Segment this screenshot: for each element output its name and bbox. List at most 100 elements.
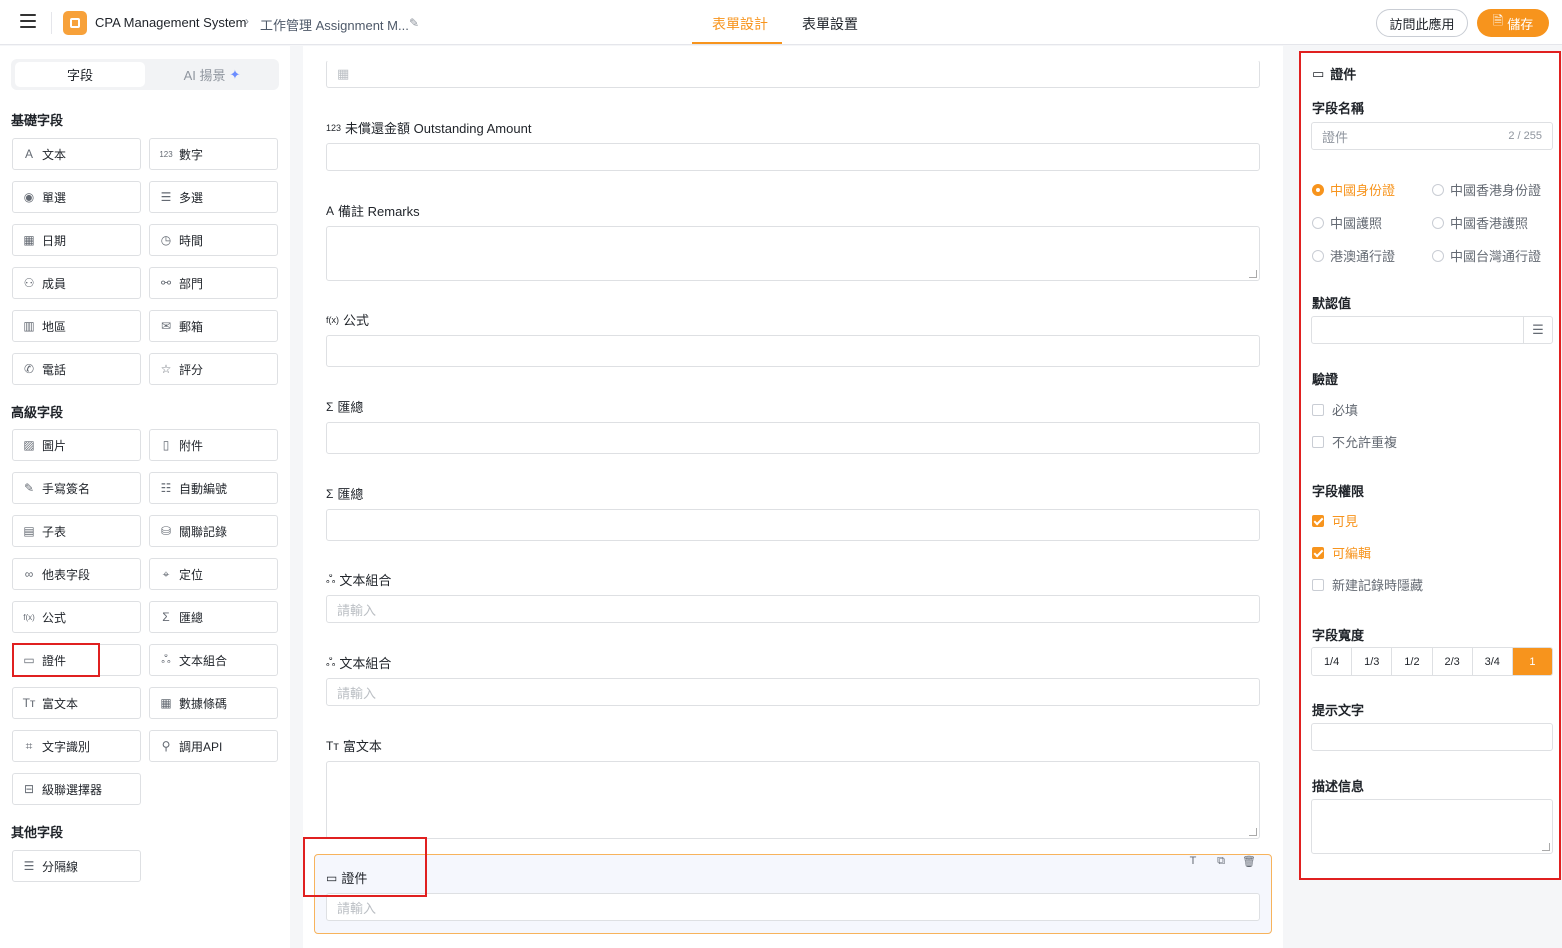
palette-field-api[interactable]: ⚲ 調用API (149, 730, 278, 762)
validation-label: 驗證 (1312, 372, 1339, 387)
rich-text-icon: Tт (22, 696, 36, 710)
palette-field-label: 自動編號 (179, 481, 228, 496)
palette-field-formula[interactable]: f(x) 公式 (12, 601, 141, 633)
mail-icon: ✉ (160, 319, 172, 333)
default-value-input[interactable]: ☰ (1311, 316, 1553, 344)
visit-app-button[interactable]: 訪問此應用 (1376, 9, 1468, 37)
formula-edit-icon[interactable]: ☰ (1523, 317, 1552, 343)
top-bar: CPA Management System › 工作管理 Assignment … (0, 0, 1562, 45)
palette-field-database[interactable]: ⛁ 關聯記錄 (149, 515, 278, 547)
checkbox-option[interactable]: 必填 (1312, 400, 1358, 419)
form-field-label: Σ 匯總 (326, 484, 363, 503)
save-button[interactable]: 🗎 儲存 (1477, 9, 1549, 37)
radio-circle-icon (1312, 249, 1324, 262)
form-field-textarea[interactable] (326, 226, 1260, 281)
palette-field-mail[interactable]: ✉ 郵箱 (149, 310, 278, 342)
palette-field-pen[interactable]: ✎ 手寫簽名 (12, 472, 141, 504)
cascade-icon: ⊟ (23, 782, 35, 796)
palette-field-star[interactable]: ☆ 評分 (149, 353, 278, 385)
title-icon[interactable]: T (1183, 852, 1203, 870)
description-textarea[interactable] (1311, 799, 1553, 854)
width-option[interactable]: 1/4 (1312, 648, 1353, 675)
width-option[interactable]: 1/3 (1352, 648, 1393, 675)
width-option[interactable]: 2/3 (1432, 648, 1473, 675)
tab-ai-scenes[interactable]: AI 揚景 ✦ (147, 62, 277, 87)
form-field-label-text: 公式 (343, 313, 370, 328)
resize-handle[interactable] (1249, 828, 1257, 836)
palette-field-scan[interactable]: ⌗ 文字識別 (12, 730, 141, 762)
palette-field-text[interactable]: A 文本 (12, 138, 141, 170)
palette-field-phone[interactable]: ✆ 電話 (12, 353, 141, 385)
field-name-input[interactable]: 證件 2 / 255 (1311, 122, 1553, 150)
palette-field-sigma[interactable]: Σ 匯總 (149, 601, 278, 633)
palette-field-radio[interactable]: ◉ 單選 (12, 181, 141, 213)
width-option[interactable]: 1/2 (1392, 648, 1433, 675)
palette-field-image[interactable]: ▨ 圖片 (12, 429, 141, 461)
resize-handle[interactable] (1249, 270, 1257, 278)
palette-switch: 字段 AI 揚景 ✦ (11, 59, 279, 90)
form-field-input[interactable]: 請輸入 (326, 678, 1260, 706)
props-title-text: 證件 (1330, 67, 1357, 82)
id-type-radio[interactable]: 中國香港身份證 (1432, 180, 1541, 199)
resize-handle[interactable] (1542, 843, 1550, 851)
checkbox-label: 新建記錄時隱藏 (1332, 578, 1424, 593)
palette-field-link[interactable]: ∞ 他表字段 (12, 558, 141, 590)
form-field-input[interactable] (326, 509, 1260, 541)
duplicate-icon[interactable]: ⧉ (1211, 852, 1231, 870)
scan-icon: ⌗ (25, 738, 33, 753)
checkbox-option[interactable]: 可見 (1312, 511, 1358, 530)
palette-field-rich-text[interactable]: Tт 富文本 (12, 687, 141, 719)
hint-text-label: 提示文字 (1312, 703, 1365, 718)
form-field-input[interactable] (326, 422, 1260, 454)
palette-field-qrcode[interactable]: ▦ 數據條碼 (149, 687, 278, 719)
palette-field-number[interactable]: 123 數字 (149, 138, 278, 170)
form-field-textarea[interactable] (326, 761, 1260, 839)
width-option[interactable]: 3/4 (1472, 648, 1513, 675)
form-field-input[interactable]: 請輸入 (326, 595, 1260, 623)
palette-field-cascade[interactable]: ⊟ 級聯選擇器 (12, 773, 141, 805)
palette-field-divider[interactable]: ☰ 分隔線 (12, 850, 141, 882)
palette-field-file[interactable]: ▯ 附件 (149, 429, 278, 461)
date-input[interactable]: ▦ (326, 60, 1260, 88)
checkbox-option[interactable]: 新建記錄時隱藏 (1312, 575, 1423, 594)
field-type-icon: ஃ (326, 654, 336, 669)
palette-field-calendar[interactable]: ▦ 日期 (12, 224, 141, 256)
form-field-label: Σ 匯總 (326, 397, 363, 416)
pen-icon: ✎ (23, 481, 35, 495)
delete-icon[interactable]: 🗑 (1239, 852, 1259, 870)
id-type-radio[interactable]: 中國香港護照 (1432, 213, 1528, 232)
palette-field-numbered-list[interactable]: ☷ 自動編號 (149, 472, 278, 504)
checkbox-option[interactable]: 不允許重複 (1312, 432, 1397, 451)
palette-field-user[interactable]: ⚇ 成員 (12, 267, 141, 299)
app-name[interactable]: CPA Management System (95, 15, 247, 30)
id-type-label: 中國香港身份證 (1450, 183, 1542, 198)
palette-field-location[interactable]: ⌖ 定位 (149, 558, 278, 590)
palette-field-checklist[interactable]: ☰ 多選 (149, 181, 278, 213)
edit-icon[interactable]: ✎ (409, 16, 419, 30)
id-type-radio[interactable]: 中國護照 (1312, 213, 1382, 232)
width-option-selected[interactable]: 1 (1512, 648, 1552, 675)
checkbox-option[interactable]: 可編輯 (1312, 543, 1371, 562)
sparkle-icon: ✦ (229, 66, 241, 82)
palette-field-combine[interactable]: ஃ 文本組合 (149, 644, 278, 676)
checklist-icon: ☰ (160, 190, 172, 204)
selected-field-input[interactable]: 請輸入 (326, 893, 1260, 921)
palette-field-clock[interactable]: ◷ 時間 (149, 224, 278, 256)
tab-form-design[interactable]: 表單設計 (712, 14, 768, 34)
id-type-radio[interactable]: 港澳通行證 (1312, 246, 1395, 265)
field-width-selector: 1/4 1/3 1/2 2/3 3/4 1 (1311, 647, 1553, 676)
id-type-radio[interactable]: 中國台灣通行證 (1432, 246, 1541, 265)
checkbox-label: 可編輯 (1332, 546, 1372, 561)
page-name[interactable]: 工作管理 Assignment M... (260, 15, 409, 34)
form-field-input[interactable] (326, 143, 1260, 171)
palette-field-org[interactable]: ⚯ 部門 (149, 267, 278, 299)
form-field-input[interactable] (326, 335, 1260, 367)
hint-text-input[interactable] (1311, 723, 1553, 751)
menu-icon[interactable] (20, 14, 36, 28)
tab-fields[interactable]: 字段 (15, 62, 145, 87)
palette-field-table[interactable]: ▤ 子表 (12, 515, 141, 547)
radio-circle-icon (1432, 216, 1444, 229)
palette-field-map[interactable]: ▥ 地區 (12, 310, 141, 342)
tab-form-settings[interactable]: 表單設置 (802, 14, 858, 34)
id-type-radio[interactable]: 中國身份證 (1312, 180, 1395, 199)
